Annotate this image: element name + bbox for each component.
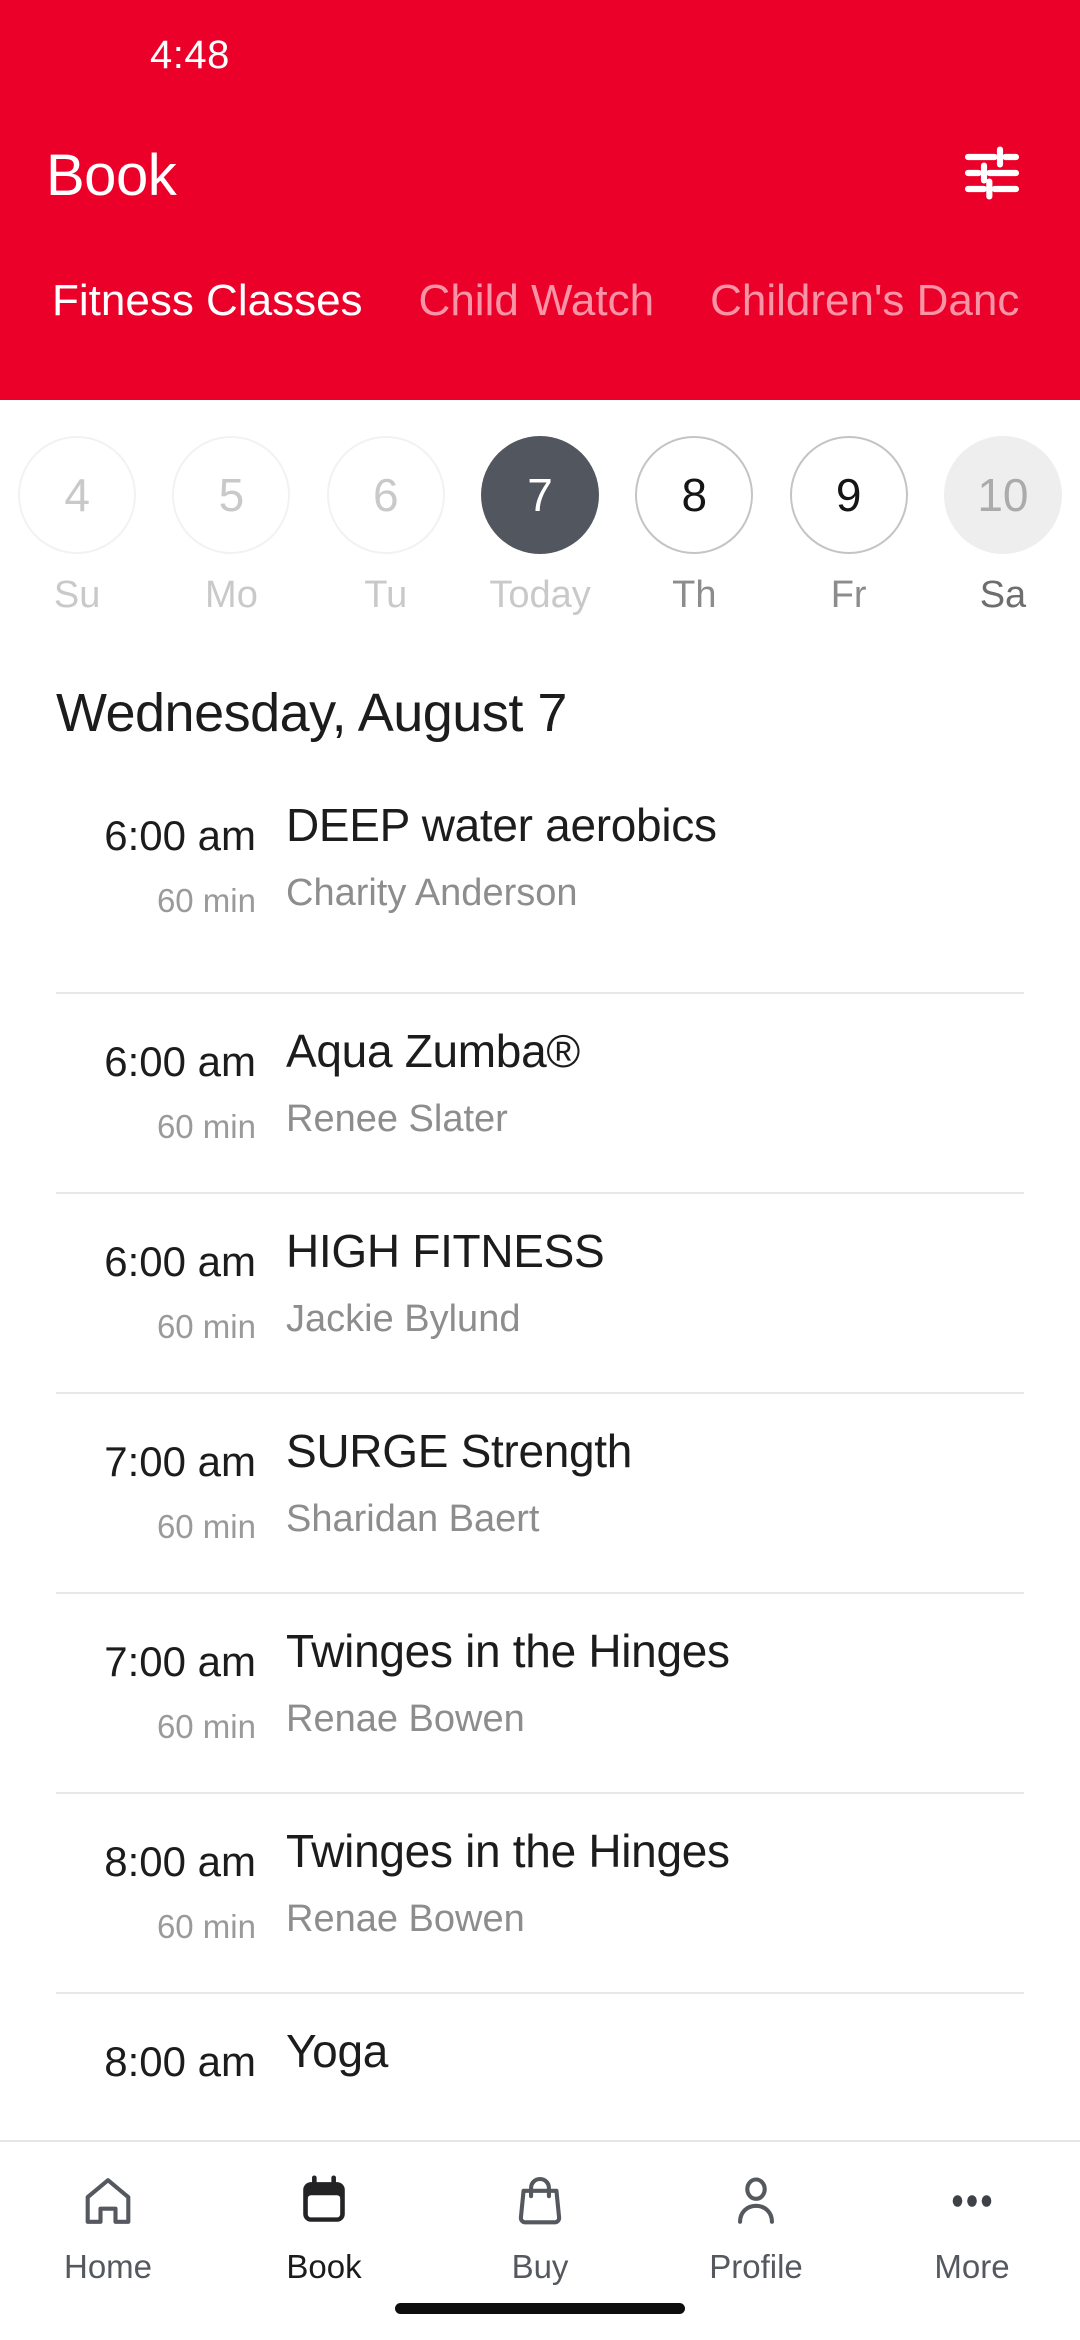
- class-name: Twinges in the Hinges: [286, 1625, 730, 1677]
- date-cell-10[interactable]: 10 Sa: [926, 436, 1080, 617]
- class-list: 6:00 am 60 min DEEP water aerobics Chari…: [0, 792, 1080, 2192]
- category-tabs[interactable]: Fitness Classes Child Watch Children's D…: [0, 240, 1080, 360]
- nav-item-buy[interactable]: Buy: [432, 2168, 648, 2286]
- class-time-column: 8:00 am 60 min: [56, 1824, 286, 1946]
- date-weekday-label: Mo: [205, 574, 258, 616]
- date-cell-8[interactable]: 8 Th: [617, 436, 771, 617]
- class-time-column: 7:00 am 60 min: [56, 1624, 286, 1746]
- nav-label-buy: Buy: [511, 2248, 569, 2285]
- nav-label-more: More: [934, 2248, 1010, 2285]
- class-name: DEEP water aerobics: [286, 799, 717, 851]
- date-selector[interactable]: 4 Su 5 Mo 6 Tu 7 Today 8 Th 9 Fr 10 Sa: [0, 400, 1080, 650]
- class-info-column: Aqua Zumba® Renee Slater: [286, 1024, 1024, 1141]
- class-time: 7:00 am: [104, 1438, 256, 1485]
- class-info-column: Yoga: [286, 2024, 1024, 2078]
- title-bar: Book: [0, 110, 1080, 240]
- class-duration: 60 min: [156, 1308, 256, 1345]
- person-icon: [727, 2168, 785, 2234]
- tab-childrens-dance[interactable]: Children's Danc: [682, 276, 1047, 360]
- date-circle[interactable]: 10: [943, 436, 1062, 554]
- class-time-column: 6:00 am 60 min: [56, 798, 286, 920]
- date-circle[interactable]: 5: [172, 436, 291, 554]
- class-duration: 60 min: [156, 1108, 256, 1145]
- class-row[interactable]: 6:00 am 60 min DEEP water aerobics Chari…: [56, 792, 1024, 992]
- date-weekday-label: Today: [489, 574, 591, 616]
- date-weekday-label: Tu: [364, 574, 408, 616]
- date-cell-4[interactable]: 4 Su: [0, 436, 154, 617]
- class-info-column: SURGE Strength Sharidan Baert: [286, 1424, 1024, 1541]
- app-header: 4:48 Book Fitness Classes Child Watch Ch…: [0, 0, 1080, 400]
- bottom-navigation: Home Book Buy Profile More: [0, 2140, 1080, 2340]
- nav-item-profile[interactable]: Profile: [648, 2168, 864, 2286]
- class-info-column: DEEP water aerobics Charity Anderson: [286, 798, 1024, 915]
- date-circle[interactable]: 4: [18, 436, 137, 554]
- class-name: SURGE Strength: [286, 1425, 633, 1477]
- nav-label-home: Home: [63, 2248, 153, 2285]
- class-name: Aqua Zumba®: [286, 1025, 580, 1077]
- class-row[interactable]: 8:00 am 60 min Twinges in the Hinges Ren…: [56, 1792, 1024, 1992]
- class-info-column: Twinges in the Hinges Renae Bowen: [286, 1624, 1024, 1741]
- class-time-column: 8:00 am: [56, 2024, 286, 2086]
- nav-item-home[interactable]: Home: [0, 2168, 216, 2286]
- home-icon: [79, 2168, 137, 2234]
- class-row[interactable]: 7:00 am 60 min SURGE Strength Sharidan B…: [56, 1392, 1024, 1592]
- class-instructor: Renee Slater: [286, 1098, 508, 1140]
- home-indicator: [395, 2303, 685, 2314]
- class-name: HIGH FITNESS: [286, 1225, 605, 1277]
- filter-button[interactable]: [956, 139, 1028, 211]
- date-weekday-label: Fr: [830, 574, 867, 616]
- date-weekday-label: Sa: [979, 574, 1027, 616]
- tab-fitness-classes[interactable]: Fitness Classes: [24, 276, 391, 360]
- class-info-column: Twinges in the Hinges Renae Bowen: [286, 1824, 1024, 1941]
- class-duration: 60 min: [156, 1908, 256, 1945]
- class-time-column: 6:00 am 60 min: [56, 1024, 286, 1146]
- status-bar-clock: 4:48: [150, 32, 230, 77]
- schedule-date-heading: Wednesday, August 7: [56, 683, 567, 743]
- date-circle[interactable]: 9: [789, 436, 908, 554]
- class-time-column: 7:00 am 60 min: [56, 1424, 286, 1546]
- class-row[interactable]: 7:00 am 60 min Twinges in the Hinges Ren…: [56, 1592, 1024, 1792]
- nav-label-book: Book: [286, 2248, 362, 2285]
- class-duration: 60 min: [156, 882, 256, 919]
- class-duration: 60 min: [156, 1508, 256, 1545]
- date-circle[interactable]: 6: [326, 436, 445, 554]
- class-instructor: Jackie Bylund: [286, 1298, 521, 1340]
- tune-icon: [960, 141, 1024, 210]
- class-row[interactable]: 6:00 am 60 min Aqua Zumba® Renee Slater: [56, 992, 1024, 1192]
- class-instructor: Renae Bowen: [286, 1898, 525, 1940]
- class-info-column: HIGH FITNESS Jackie Bylund: [286, 1224, 1024, 1341]
- class-time: 6:00 am: [104, 1038, 256, 1085]
- date-circle[interactable]: 8: [635, 436, 754, 554]
- nav-item-more[interactable]: More: [864, 2168, 1080, 2286]
- class-instructor: Charity Anderson: [286, 872, 578, 914]
- class-instructor: Renae Bowen: [286, 1698, 525, 1740]
- class-duration: 60 min: [156, 1708, 256, 1745]
- date-cell-6[interactable]: 6 Tu: [309, 436, 463, 617]
- date-weekday-label: Th: [672, 574, 717, 616]
- date-cell-7-today[interactable]: 7 Today: [463, 436, 617, 617]
- class-time: 6:00 am: [104, 1238, 256, 1285]
- bag-icon: [511, 2168, 569, 2234]
- class-name: Twinges in the Hinges: [286, 1825, 730, 1877]
- date-cell-5[interactable]: 5 Mo: [154, 436, 308, 617]
- class-time: 8:00 am: [104, 1838, 256, 1885]
- calendar-icon: [295, 2168, 353, 2234]
- class-time: 8:00 am: [104, 2038, 256, 2085]
- ellipsis-icon: [943, 2168, 1001, 2234]
- class-time-column: 6:00 am 60 min: [56, 1224, 286, 1346]
- page-title: Book: [46, 142, 177, 208]
- class-name: Yoga: [286, 2025, 389, 2077]
- status-bar: 4:48: [0, 0, 1080, 110]
- date-weekday-label: Su: [53, 574, 101, 616]
- nav-label-profile: Profile: [709, 2248, 803, 2285]
- class-time: 6:00 am: [104, 812, 256, 859]
- class-time: 7:00 am: [104, 1638, 256, 1685]
- date-circle-selected[interactable]: 7: [481, 436, 600, 554]
- class-instructor: Sharidan Baert: [286, 1498, 540, 1540]
- class-row[interactable]: 6:00 am 60 min HIGH FITNESS Jackie Bylun…: [56, 1192, 1024, 1392]
- tab-child-watch[interactable]: Child Watch: [391, 276, 683, 360]
- date-cell-9[interactable]: 9 Fr: [771, 436, 925, 617]
- nav-item-book[interactable]: Book: [216, 2168, 432, 2286]
